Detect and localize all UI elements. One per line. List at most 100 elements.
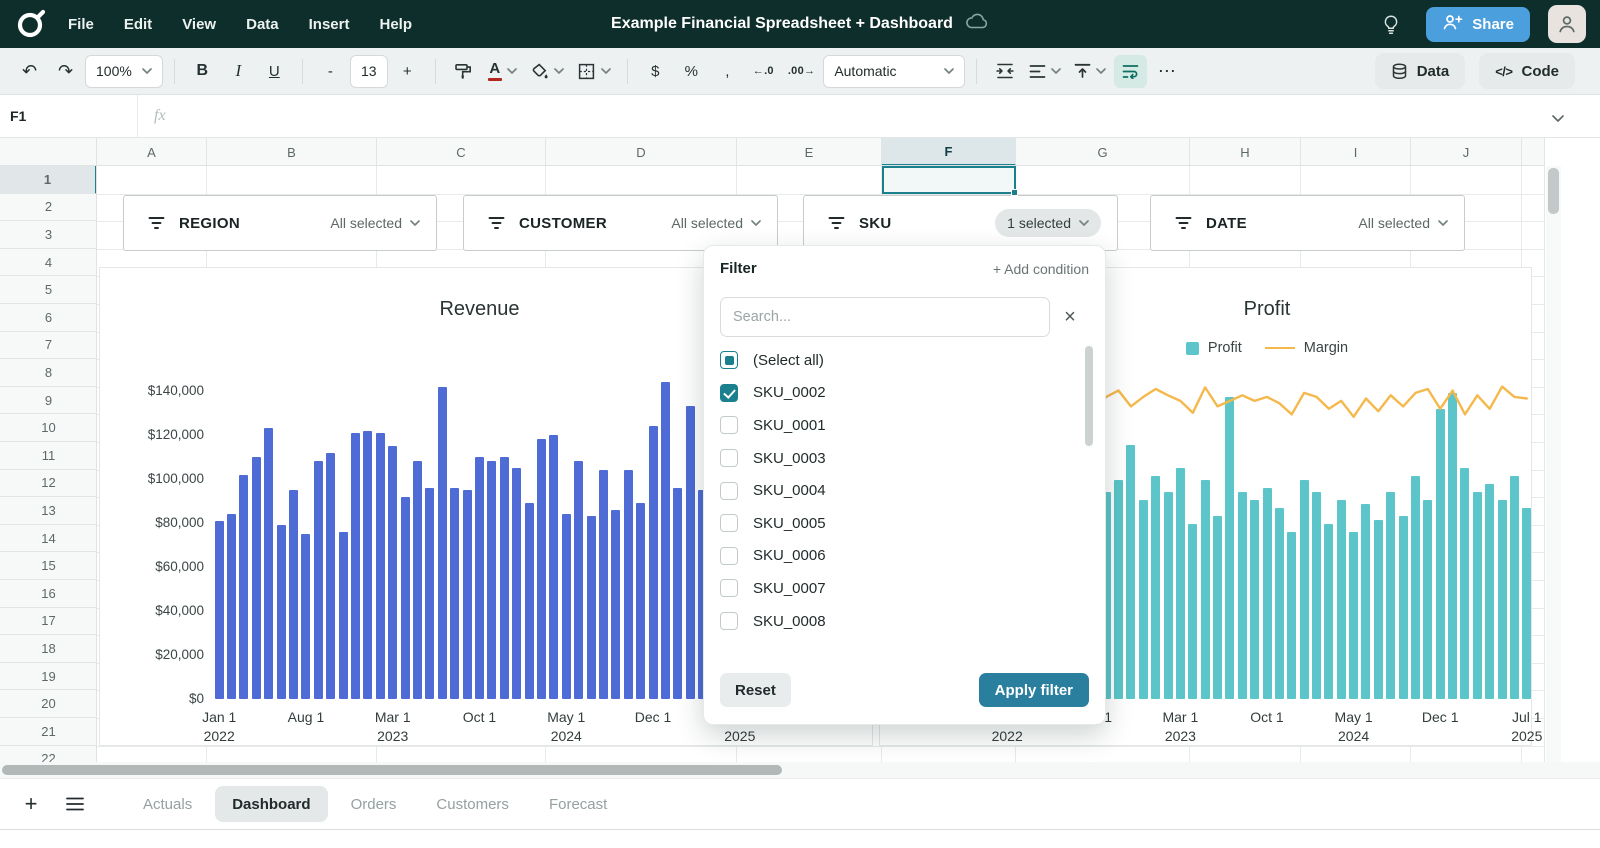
row-header-4[interactable]: 4: [0, 249, 97, 277]
number-format-select[interactable]: Automatic: [823, 55, 965, 88]
undo-button[interactable]: ↶: [13, 55, 46, 88]
filter-option-sku-0002[interactable]: SKU_0002: [720, 377, 1076, 410]
fill-handle[interactable]: [1011, 189, 1018, 196]
merge-cells-button[interactable]: [988, 55, 1021, 88]
row-header-5[interactable]: 5: [0, 276, 97, 304]
column-header-h[interactable]: H: [1190, 138, 1301, 166]
reset-button[interactable]: Reset: [720, 673, 791, 707]
row-header-20[interactable]: 20: [0, 690, 97, 718]
app-logo-icon[interactable]: [14, 7, 48, 41]
increase-font-size-button[interactable]: +: [391, 55, 424, 88]
filter-widget-region[interactable]: REGIONAll selected: [123, 195, 437, 251]
paint-format-button[interactable]: [447, 55, 480, 88]
cell-reference-box[interactable]: F1: [0, 95, 138, 137]
checkbox-unchecked-icon[interactable]: [720, 579, 738, 597]
filter-option-sku-0004[interactable]: SKU_0004: [720, 474, 1076, 507]
vertical-scrollbar[interactable]: [1546, 166, 1561, 762]
filter-option-sku-0005[interactable]: SKU_0005: [720, 507, 1076, 540]
column-header-e[interactable]: E: [737, 138, 882, 166]
row-header-15[interactable]: 15: [0, 552, 97, 580]
menu-data[interactable]: Data: [246, 16, 279, 33]
filter-option-sku-0003[interactable]: SKU_0003: [720, 442, 1076, 475]
scrollbar-thumb[interactable]: [1085, 346, 1093, 446]
bold-button[interactable]: B: [186, 55, 219, 88]
row-header-14[interactable]: 14: [0, 525, 97, 553]
filter-option-sku-0006[interactable]: SKU_0006: [720, 540, 1076, 573]
checkbox-unchecked-icon[interactable]: [720, 547, 738, 565]
row-header-11[interactable]: 11: [0, 442, 97, 470]
row-header-22[interactable]: 22: [0, 746, 97, 762]
checkbox-unchecked-icon[interactable]: [720, 482, 738, 500]
increase-decimal-button[interactable]: .00→: [783, 55, 821, 88]
column-header-partial[interactable]: [1522, 138, 1545, 166]
thousands-separator-button[interactable]: ,: [711, 55, 744, 88]
filter-list-scrollbar[interactable]: [1085, 346, 1093, 636]
row-header-6[interactable]: 6: [0, 304, 97, 332]
close-icon[interactable]: ×: [1055, 303, 1085, 331]
formula-input[interactable]: [166, 95, 1600, 137]
row-header-10[interactable]: 10: [0, 414, 97, 442]
zoom-select[interactable]: 100%: [85, 55, 163, 88]
data-panel-button[interactable]: Data: [1375, 53, 1466, 89]
grid-corner[interactable]: [0, 138, 97, 166]
sheet-tab-dashboard[interactable]: Dashboard: [215, 786, 327, 822]
add-condition-button[interactable]: + Add condition: [993, 261, 1089, 277]
checkbox-unchecked-icon[interactable]: [720, 416, 738, 434]
checkbox-checked-icon[interactable]: [720, 384, 738, 402]
more-options-button[interactable]: ⋯: [1150, 55, 1183, 88]
currency-format-button[interactable]: $: [639, 55, 672, 88]
row-header-16[interactable]: 16: [0, 580, 97, 608]
column-header-i[interactable]: I: [1301, 138, 1411, 166]
horizontal-scrollbar[interactable]: [0, 762, 1600, 778]
italic-button[interactable]: I: [222, 55, 255, 88]
decrease-font-size-button[interactable]: -: [314, 55, 347, 88]
add-sheet-button[interactable]: +: [14, 787, 48, 821]
sheet-tab-orders[interactable]: Orders: [334, 786, 414, 822]
checkbox-unchecked-icon[interactable]: [720, 449, 738, 467]
filter-search-input[interactable]: [720, 297, 1050, 337]
filter-option-sku-0008[interactable]: SKU_0008: [720, 605, 1076, 638]
filter-widget-sku[interactable]: SKU1 selected: [803, 195, 1118, 251]
column-header-j[interactable]: J: [1411, 138, 1522, 166]
share-button[interactable]: Share: [1426, 7, 1530, 42]
filter-widget-date[interactable]: DATEAll selected: [1150, 195, 1465, 251]
checkbox-unchecked-icon[interactable]: [720, 612, 738, 630]
filter-option-select-all[interactable]: (Select all): [720, 344, 1076, 377]
row-header-12[interactable]: 12: [0, 470, 97, 498]
column-header-f[interactable]: F: [882, 138, 1016, 166]
checkbox-unchecked-icon[interactable]: [720, 514, 738, 532]
sheet-tab-actuals[interactable]: Actuals: [126, 786, 209, 822]
borders-button[interactable]: [572, 55, 616, 88]
column-header-d[interactable]: D: [546, 138, 737, 166]
horizontal-scrollbar-thumb[interactable]: [2, 765, 782, 775]
row-header-8[interactable]: 8: [0, 359, 97, 387]
fill-color-button[interactable]: [525, 55, 569, 88]
filter-option-sku-0001[interactable]: SKU_0001: [720, 409, 1076, 442]
filter-value-dropdown[interactable]: 1 selected: [995, 209, 1101, 237]
column-header-g[interactable]: G: [1016, 138, 1190, 166]
row-header-19[interactable]: 19: [0, 663, 97, 691]
row-header-9[interactable]: 9: [0, 387, 97, 415]
decrease-decimal-button[interactable]: ←.0: [747, 55, 780, 88]
row-header-13[interactable]: 13: [0, 497, 97, 525]
apply-filter-button[interactable]: Apply filter: [979, 673, 1089, 707]
menu-help[interactable]: Help: [379, 16, 412, 33]
checkbox-indeterminate-icon[interactable]: [720, 351, 738, 369]
sheet-tab-customers[interactable]: Customers: [419, 786, 526, 822]
code-panel-button[interactable]: </> Code: [1479, 53, 1575, 89]
filter-option-sku-0007[interactable]: SKU_0007: [720, 572, 1076, 605]
menu-file[interactable]: File: [68, 16, 94, 33]
row-header-7[interactable]: 7: [0, 332, 97, 360]
column-header-b[interactable]: B: [207, 138, 377, 166]
text-wrap-button[interactable]: [1114, 55, 1147, 88]
filter-value-dropdown[interactable]: All selected: [1358, 215, 1448, 231]
menu-view[interactable]: View: [182, 16, 216, 33]
text-color-button[interactable]: A: [483, 55, 522, 88]
menu-insert[interactable]: Insert: [309, 16, 350, 33]
row-header-17[interactable]: 17: [0, 608, 97, 636]
selected-cell-f1[interactable]: [882, 166, 1016, 194]
account-avatar-button[interactable]: [1548, 5, 1586, 43]
row-header-18[interactable]: 18: [0, 635, 97, 663]
column-header-c[interactable]: C: [377, 138, 546, 166]
menu-edit[interactable]: Edit: [124, 16, 152, 33]
